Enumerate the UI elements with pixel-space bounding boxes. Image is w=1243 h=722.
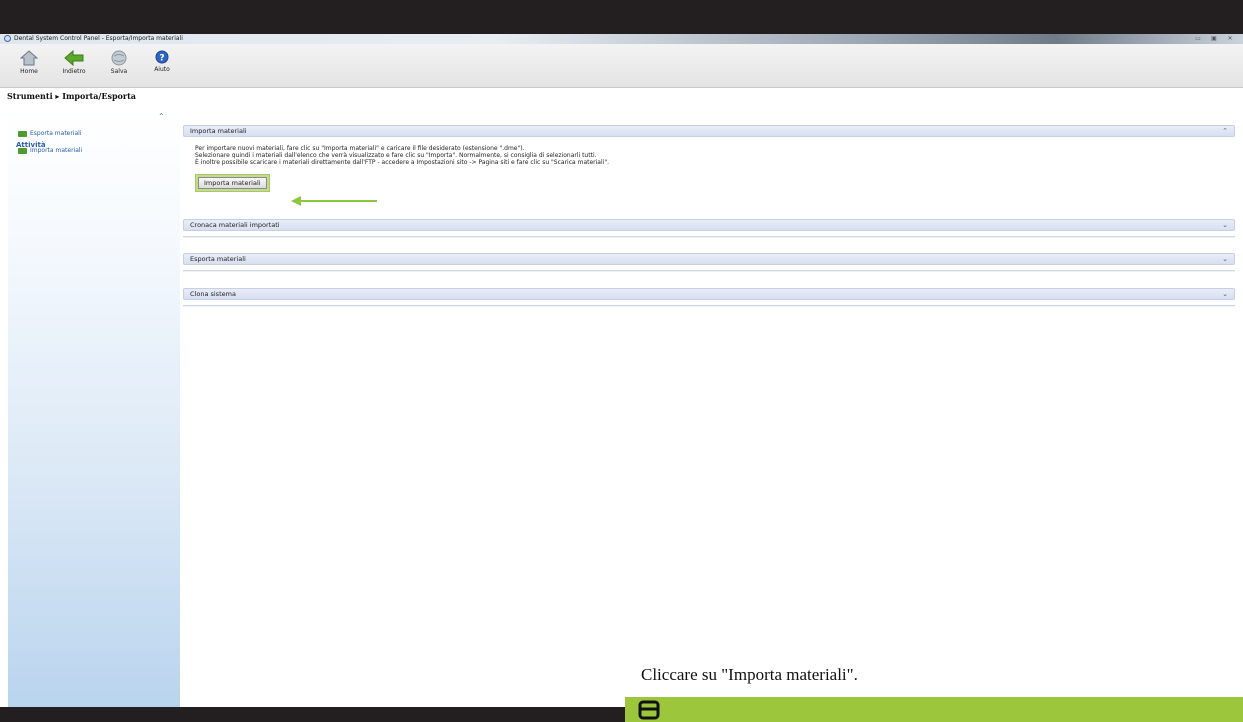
toolbar: Home Indietro Salva ? Aiuto — [0, 44, 1243, 88]
top-black-band — [0, 0, 1243, 34]
window-controls: ▭ ▣ ✕ — [1193, 35, 1235, 42]
minimize-icon[interactable]: ▭ — [1193, 35, 1203, 42]
instruction-line: Selezionare quindi i materiali dall'elen… — [195, 152, 597, 159]
sidebar-collapse-icon[interactable]: ⌃ — [158, 112, 165, 121]
expand-icon[interactable]: ⌄ — [1222, 290, 1228, 298]
panel-header[interactable]: Esporta materiali ⌄ — [183, 253, 1235, 265]
save-button[interactable]: Salva — [102, 46, 136, 86]
panel-header[interactable]: Importa materiali ⌃ — [183, 125, 1235, 137]
collapse-icon[interactable]: ⌃ — [1222, 127, 1228, 135]
import-icon — [18, 147, 27, 154]
sidebar: ⌃ Attività Esporta materiali Importa mat… — [8, 108, 180, 708]
panel-title: Esporta materiali — [190, 255, 246, 263]
panel-clona-sistema: Clona sistema ⌄ — [183, 288, 1235, 307]
panel-divider — [183, 270, 1235, 272]
back-button-label: Indietro — [62, 68, 86, 75]
help-button[interactable]: ? Aiuto — [145, 46, 179, 86]
sidebar-item-importa-materiali[interactable]: Importa materiali — [18, 147, 82, 154]
sidebar-item-esporta-materiali[interactable]: Esporta materiali — [18, 130, 82, 137]
window-titlebar: Dental System Control Panel - Esporta/Im… — [0, 34, 1243, 44]
panel-divider — [183, 236, 1235, 238]
close-icon[interactable]: ✕ — [1225, 35, 1235, 42]
save-globe-icon — [111, 50, 127, 66]
instruction-line: È inoltre possibile scaricare i material… — [195, 159, 609, 166]
panel-cronaca-materiali-importati: Cronaca materiali importati ⌄ — [183, 219, 1235, 238]
back-button[interactable]: Indietro — [57, 46, 91, 86]
import-materials-button[interactable]: Importa materiali — [198, 177, 267, 189]
svg-text:?: ? — [159, 54, 164, 64]
panel-title: Clona sistema — [190, 290, 236, 298]
sidebar-item-label: Importa materiali — [30, 147, 83, 154]
maximize-icon[interactable]: ▣ — [1209, 35, 1219, 42]
save-button-label: Salva — [110, 68, 128, 75]
main-content: Importa materiali ⌃ Per importare nuovi … — [180, 108, 1243, 722]
home-button[interactable]: Home — [12, 46, 46, 86]
window-title: Dental System Control Panel - Esporta/Im… — [14, 35, 183, 42]
caption-green-bar — [625, 697, 1243, 722]
panel-header[interactable]: Clona sistema ⌄ — [183, 288, 1235, 300]
home-icon — [20, 50, 38, 66]
panel-header[interactable]: Cronaca materiali importati ⌄ — [183, 219, 1235, 231]
back-arrow-icon — [64, 50, 84, 66]
panel-title: Cronaca materiali importati — [190, 221, 280, 229]
help-button-label: Aiuto — [154, 66, 170, 73]
panel-title: Importa materiali — [190, 127, 247, 135]
import-highlight: Importa materiali — [195, 174, 270, 192]
instruction-line: Per importare nuovi materiali, fare clic… — [195, 145, 525, 152]
help-icon: ? — [155, 50, 169, 64]
expand-icon[interactable]: ⌄ — [1222, 221, 1228, 229]
pointer-arrow-icon — [291, 196, 377, 206]
document-icon — [638, 700, 660, 720]
panel-body: Per importare nuovi materiali, fare clic… — [183, 137, 1235, 192]
bottom-black-bar — [0, 707, 625, 722]
panel-esporta-materiali: Esporta materiali ⌄ — [183, 253, 1235, 272]
app-icon — [4, 35, 11, 42]
panel-divider — [183, 305, 1235, 307]
home-button-label: Home — [20, 68, 38, 75]
export-icon — [18, 130, 27, 137]
breadcrumb: Strumenti ▸ Importa/Esporta — [7, 91, 136, 101]
sidebar-item-label: Esporta materiali — [30, 130, 82, 137]
expand-icon[interactable]: ⌄ — [1222, 255, 1228, 263]
panel-importa-materiali: Importa materiali ⌃ Per importare nuovi … — [183, 125, 1235, 206]
caption-text: Cliccare su "Importa materiali". — [641, 665, 858, 684]
